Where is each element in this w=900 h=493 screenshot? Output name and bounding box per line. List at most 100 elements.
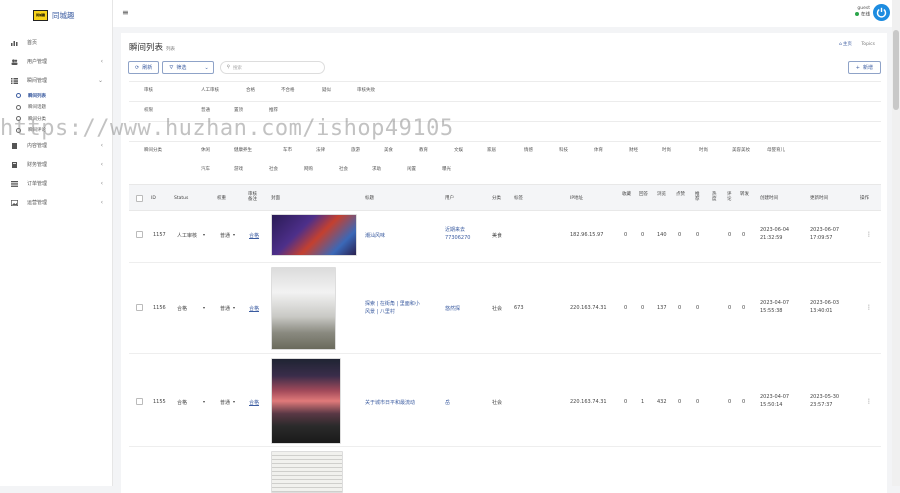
- col-user: 用户: [445, 196, 454, 201]
- table-header: ID Status 权重 审核备注 封面 标题 用户 分类 标签 IP地址 收藏…: [129, 184, 881, 211]
- circle-icon: [16, 93, 21, 99]
- cell-user[interactable]: 岳: [445, 399, 450, 406]
- cell-ip: 182.96.15.97: [570, 232, 604, 238]
- more-actions-icon[interactable]: ⋮: [866, 231, 872, 238]
- cover-thumbnail[interactable]: [271, 267, 336, 350]
- cover-thumbnail[interactable]: [271, 214, 357, 256]
- row-checkbox[interactable]: [136, 304, 143, 311]
- cell-shares: 0: [742, 305, 746, 311]
- cell-title[interactable]: 关于城市日平和最流动: [365, 399, 415, 406]
- breadcrumb-home[interactable]: 主页: [843, 42, 852, 47]
- filter-option[interactable]: 置顶: [234, 107, 243, 113]
- sidebar-item-moments[interactable]: 瞬间管理 ⌄: [0, 71, 112, 90]
- col-status[interactable]: Status: [174, 196, 188, 201]
- filter-option[interactable]: 游戏: [234, 166, 243, 172]
- filter-option[interactable]: 推荐: [269, 107, 278, 113]
- more-actions-icon[interactable]: ⋮: [866, 398, 872, 405]
- select-all-checkbox[interactable]: [136, 195, 143, 202]
- col-shares: 转发: [740, 192, 749, 197]
- sidebar-item-home[interactable]: 首页: [0, 33, 112, 52]
- filter-option[interactable]: 时尚: [699, 147, 708, 153]
- filter-option[interactable]: 健康养生: [234, 147, 252, 153]
- more-actions-icon[interactable]: ⋮: [866, 304, 872, 311]
- user-status: 在线: [861, 12, 870, 18]
- sidebar-item-operations[interactable]: 运营管理 ‹: [0, 193, 112, 212]
- app-name: 同城趣: [52, 10, 75, 20]
- cell-likes: 0: [678, 305, 682, 311]
- cell-likes: 0: [678, 399, 682, 405]
- filter-option[interactable]: 体育: [594, 147, 603, 153]
- filter-option[interactable]: 不合格: [281, 87, 295, 93]
- filter-option[interactable]: 教育: [419, 147, 428, 153]
- cell-user[interactable]: 悠然探: [445, 305, 460, 312]
- filter-button[interactable]: ⛛ 筛选 ⌄: [162, 61, 214, 74]
- filter-option[interactable]: 时尚: [662, 147, 671, 153]
- filter-option[interactable]: 车市: [283, 147, 292, 153]
- filter-option[interactable]: 休闲: [201, 147, 210, 153]
- filter-option[interactable]: 网购: [304, 166, 313, 172]
- hamburger-icon[interactable]: ≡: [122, 8, 129, 17]
- filter-option[interactable]: 母婴育儿: [767, 147, 785, 153]
- filter-option[interactable]: 美容美妆: [732, 147, 750, 153]
- filter-option[interactable]: 曝光: [442, 166, 451, 172]
- col-id[interactable]: ID: [151, 196, 156, 201]
- user-info[interactable]: guest 在线: [855, 6, 870, 19]
- cell-audit[interactable]: 合格: [249, 305, 259, 312]
- filter-option[interactable]: 财经: [629, 147, 638, 153]
- cell-status[interactable]: 合格: [177, 399, 187, 406]
- col-created[interactable]: 创建时间: [760, 196, 778, 201]
- search-icon: ⚲: [226, 65, 230, 70]
- filter-option[interactable]: 疑似: [322, 87, 331, 93]
- filter-label: 筛选: [176, 65, 187, 71]
- filter-option[interactable]: 闲置: [407, 166, 416, 172]
- filter-option[interactable]: 汽车: [201, 166, 210, 172]
- logo[interactable]: 同城趣 同城趣: [0, 0, 112, 30]
- sidebar-item-finance[interactable]: 财务管理 ‹: [0, 155, 112, 174]
- filter-option[interactable]: 旅游: [351, 147, 360, 153]
- filter-option[interactable]: 合格: [246, 87, 255, 93]
- sidebar-item-users[interactable]: 用户管理 ‹: [0, 52, 112, 71]
- cell-weight[interactable]: 普通: [220, 305, 230, 312]
- filter-option[interactable]: 求助: [372, 166, 381, 172]
- search-input[interactable]: ⚲ 搜索: [219, 61, 325, 74]
- book-icon: [11, 161, 18, 168]
- filter-option[interactable]: 审核失败: [357, 87, 375, 93]
- scrollbar-thumb[interactable]: [893, 30, 899, 110]
- page-scrollbar[interactable]: [892, 0, 900, 486]
- sidebar-item-orders[interactable]: 订单管理 ‹: [0, 174, 112, 193]
- cover-thumbnail[interactable]: [271, 358, 341, 444]
- filter-option[interactable]: 社会: [269, 166, 278, 172]
- circle-icon: [16, 104, 21, 110]
- sidebar-subitem-moment-list[interactable]: 瞬间列表: [0, 90, 112, 102]
- cell-audit[interactable]: 合格: [249, 232, 259, 239]
- filter-label: 审核: [144, 88, 153, 93]
- filter-option[interactable]: 家居: [487, 147, 496, 153]
- filter-option[interactable]: 法律: [316, 147, 325, 153]
- filter-option[interactable]: 科技: [559, 147, 568, 153]
- cell-user[interactable]: 近期来去 77306270: [445, 226, 470, 242]
- cell-weight[interactable]: 普通: [220, 399, 230, 406]
- row-checkbox[interactable]: [136, 398, 143, 405]
- filter-option[interactable]: 普通: [201, 107, 210, 113]
- cell-status[interactable]: 人工审核: [177, 232, 197, 239]
- filter-option[interactable]: 情感: [524, 147, 533, 153]
- cover-thumbnail[interactable]: [271, 451, 343, 493]
- cell-title[interactable]: 潮汕风味: [365, 232, 385, 239]
- col-weight[interactable]: 权重: [217, 196, 226, 201]
- filter-option[interactable]: 美食: [384, 147, 393, 153]
- filter-option[interactable]: 文娱: [454, 147, 463, 153]
- refresh-button[interactable]: ⟳ 刷新: [128, 61, 160, 74]
- sidebar-subitem-moment-topics[interactable]: 瞬间话题: [0, 102, 112, 114]
- power-icon[interactable]: [873, 4, 890, 21]
- filter-option[interactable]: 人工审核: [201, 87, 219, 93]
- cell-favorites: 0: [624, 399, 628, 405]
- cell-title[interactable]: 探索 | 在街角 | 里面和小 风景 | 八里村: [365, 300, 420, 316]
- col-updated[interactable]: 更新时间: [810, 196, 828, 201]
- cell-audit[interactable]: 合格: [249, 399, 259, 406]
- filter-label: 权限: [144, 108, 153, 113]
- add-button[interactable]: + 新增: [847, 61, 881, 74]
- row-checkbox[interactable]: [136, 231, 143, 238]
- filter-option[interactable]: 社会: [339, 166, 348, 172]
- cell-weight[interactable]: 普通: [220, 232, 230, 239]
- cell-status[interactable]: 合格: [177, 305, 187, 312]
